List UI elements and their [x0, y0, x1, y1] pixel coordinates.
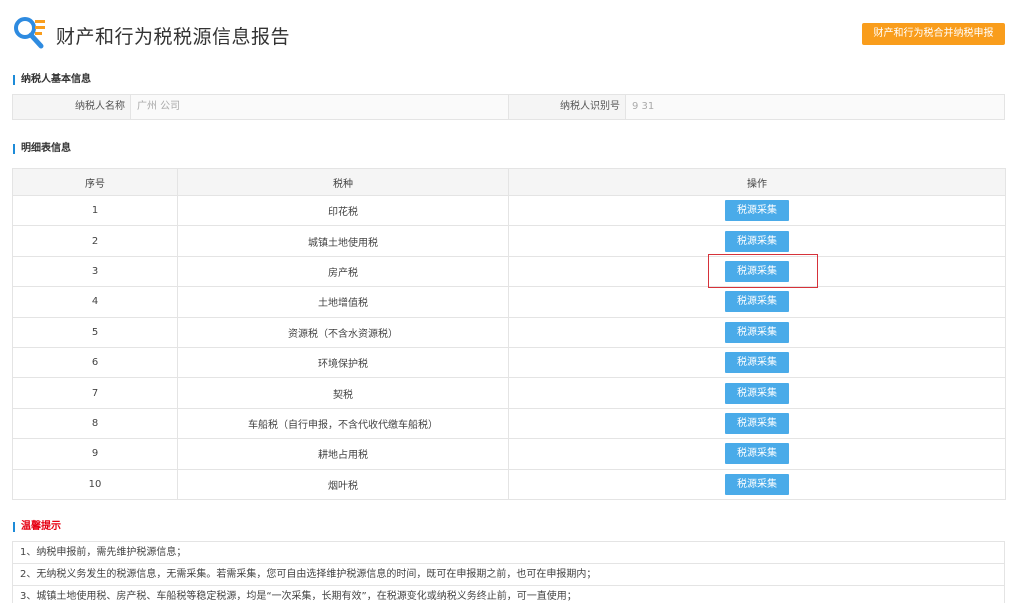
- collect-source-button[interactable]: 税源采集: [725, 382, 789, 404]
- table-row: 10 烟叶税 税源采集: [12, 468, 1006, 500]
- row-tax-name: 土地增值税: [177, 286, 509, 318]
- tip-item: 1、纳税申报前，需先维护税源信息；: [13, 542, 1004, 564]
- row-tax-name: 印花税: [177, 194, 509, 227]
- column-header-tax: 税种: [177, 168, 509, 196]
- tips-section-title: 温馨提示: [13, 522, 61, 532]
- search-document-icon: [14, 17, 45, 49]
- collect-source-button[interactable]: 税源采集: [725, 200, 789, 222]
- table-row: 1 印花税 税源采集: [12, 194, 1006, 227]
- taxpayer-section-title: 纳税人基本信息: [13, 75, 91, 85]
- row-no: 8: [12, 407, 178, 440]
- table-row: 4 土地增值税 税源采集: [12, 286, 1006, 318]
- row-no: 5: [12, 316, 178, 348]
- table-row: 9 耕地占用税 税源采集: [12, 438, 1006, 470]
- row-tax-name: 资源税（不含水资源税）: [177, 316, 509, 348]
- page-title: 财产和行为税税源信息报告: [56, 26, 291, 48]
- page-header: 财产和行为税税源信息报告 财产和行为税合并纳税申报: [0, 0, 1011, 66]
- table-row: 7 契税 税源采集: [12, 377, 1006, 409]
- row-no: 7: [12, 377, 178, 409]
- row-tax-name: 车船税（自行申报，不含代收代缴车船税）: [177, 407, 509, 440]
- row-tax-name: 房产税: [177, 255, 509, 288]
- column-header-action: 操作: [508, 168, 1006, 196]
- taxpayer-id-label: 纳税人识别号: [508, 95, 625, 119]
- tax-detail-table: 序号 税种 操作 1 印花税 税源采集 2 城镇土地使用税 税源采集 3 房产税…: [12, 168, 1006, 500]
- collect-source-button[interactable]: 税源采集: [725, 230, 789, 252]
- table-row: 2 城镇土地使用税 税源采集: [12, 225, 1006, 257]
- collect-source-button[interactable]: 税源采集: [725, 321, 789, 343]
- row-no: 10: [12, 468, 178, 500]
- table-row: 3 房产税 税源采集: [12, 255, 1006, 288]
- table-row: 8 车船税（自行申报，不含代收代缴车船税） 税源采集: [12, 407, 1006, 440]
- row-no: 3: [12, 255, 178, 288]
- collect-source-button[interactable]: 税源采集: [725, 291, 789, 313]
- row-tax-name: 环境保护税: [177, 346, 509, 379]
- tip-item: 2、无纳税义务发生的税源信息，无需采集。若需采集，您可自由选择维护税源信息的时间…: [13, 564, 1004, 586]
- row-no: 1: [12, 194, 178, 227]
- taxpayer-info-row: 纳税人名称 广州 公司 纳税人识别号 9 31: [12, 94, 1005, 120]
- table-row: 5 资源税（不含水资源税） 税源采集: [12, 316, 1006, 348]
- row-tax-name: 城镇土地使用税: [177, 225, 509, 257]
- taxpayer-id-value: 9 31: [625, 95, 1004, 119]
- table-row: 6 环境保护税 税源采集: [12, 346, 1006, 379]
- collect-source-button[interactable]: 税源采集: [725, 443, 789, 465]
- collect-source-button[interactable]: 税源采集: [725, 260, 789, 282]
- collect-source-button[interactable]: 税源采集: [725, 352, 789, 374]
- tip-item: 3、城镇土地使用税、房产税、车船税等稳定税源，均是“一次采集，长期有效”，在税源…: [13, 586, 1004, 603]
- combined-declaration-button[interactable]: 财产和行为税合并纳税申报: [862, 23, 1005, 45]
- row-no: 9: [12, 438, 178, 470]
- collect-source-button[interactable]: 税源采集: [725, 412, 789, 434]
- row-no: 2: [12, 225, 178, 257]
- row-tax-name: 烟叶税: [177, 468, 509, 500]
- collect-source-button[interactable]: 税源采集: [725, 473, 789, 495]
- table-header-row: 序号 税种 操作: [12, 168, 1006, 196]
- row-no: 6: [12, 346, 178, 379]
- row-tax-name: 契税: [177, 377, 509, 409]
- row-tax-name: 耕地占用税: [177, 438, 509, 470]
- column-header-no: 序号: [12, 168, 178, 196]
- taxpayer-name-value: 广州 公司: [130, 95, 508, 119]
- tips-list: 1、纳税申报前，需先维护税源信息； 2、无纳税义务发生的税源信息，无需采集。若需…: [12, 541, 1005, 603]
- taxpayer-name-label: 纳税人名称: [13, 95, 130, 119]
- row-no: 4: [12, 286, 178, 318]
- detail-section-title: 明细表信息: [13, 144, 71, 154]
